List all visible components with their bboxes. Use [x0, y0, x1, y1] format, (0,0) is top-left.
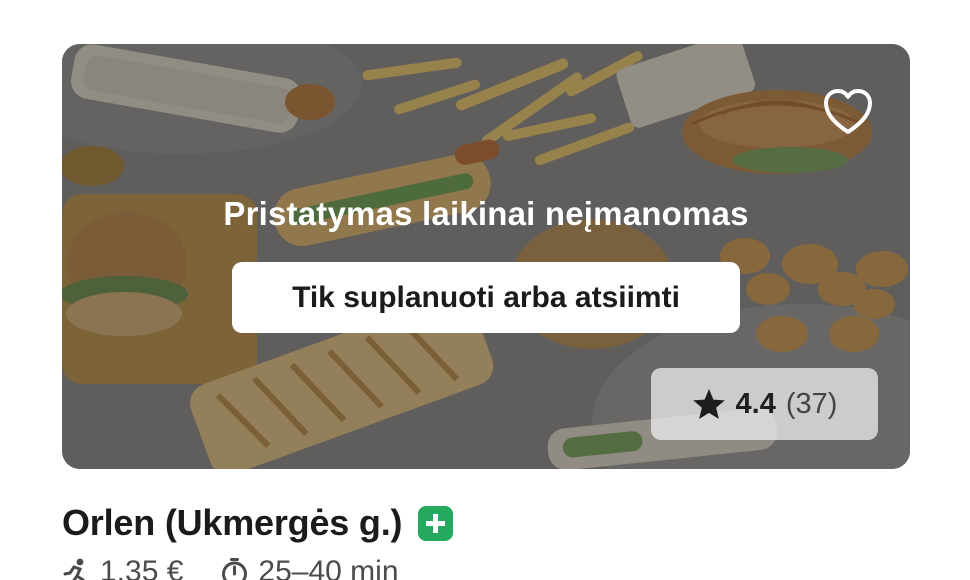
courier-icon — [63, 558, 85, 580]
rating-value: 4.4 — [735, 387, 776, 420]
delivery-time-text: 25–40 min — [258, 555, 399, 580]
timer-icon — [222, 557, 248, 580]
delivery-fee-text: 1,35 € — [100, 555, 184, 580]
restaurant-cover[interactable]: Pristatymas laikinai neįmanomas Tik supl… — [62, 44, 910, 469]
schedule-or-pickup-button[interactable]: Tik suplanuoti arba atsiimti — [232, 262, 740, 333]
delivery-fee: 1,35 € — [62, 555, 183, 580]
restaurant-card[interactable]: Pristatymas laikinai neįmanomas Tik supl… — [0, 0, 970, 580]
plus-badge-icon — [418, 505, 454, 541]
delivery-time: 25–40 min — [219, 555, 399, 580]
favorite-button[interactable] — [820, 84, 876, 140]
restaurant-name[interactable]: Orlen (Ukmergės g.) — [62, 500, 402, 546]
rating-badge: 4.4 (37) — [651, 368, 878, 440]
delivery-meta: 1,35 € 25–40 min — [62, 552, 399, 580]
delivery-unavailable-message: Pristatymas laikinai neįmanomas — [223, 195, 749, 232]
restaurant-title-row: Orlen (Ukmergės g.) — [62, 500, 454, 546]
rating-count: (37) — [785, 387, 838, 420]
star-icon — [692, 388, 725, 419]
heart-outline-icon — [824, 89, 872, 134]
